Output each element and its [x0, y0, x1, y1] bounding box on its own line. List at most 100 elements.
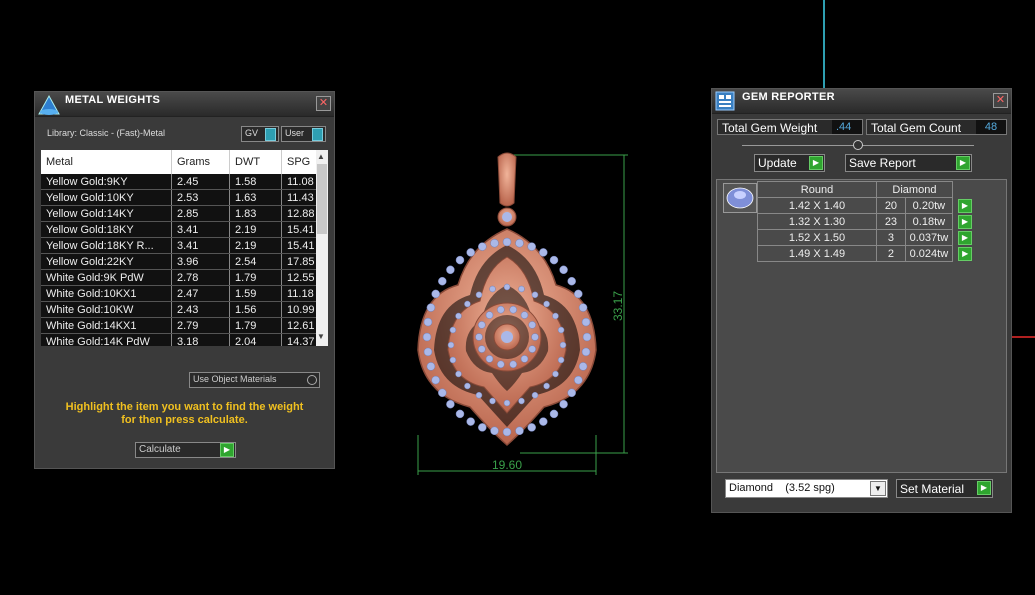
gem-stone [531, 333, 539, 341]
user-switch[interactable] [312, 128, 323, 141]
gem-cell: 1.32 X 1.30 [757, 213, 877, 230]
gem-stone [502, 427, 512, 437]
slider-knob[interactable] [853, 140, 863, 150]
material-select[interactable]: Diamond (3.52 spg) ▼ [725, 479, 888, 498]
gem-stone [527, 242, 536, 251]
gem-row[interactable]: 1.52 X 1.50 3 0.037tw ▶ [757, 229, 978, 246]
gem-list-panel[interactable]: Round Diamond 1.42 X 1.40 20 0.20tw ▶ 1.32 X… [716, 179, 1007, 473]
gem-stone [549, 255, 559, 265]
play-icon[interactable]: ▶ [809, 156, 823, 170]
gv-toggle[interactable]: GV [241, 126, 279, 142]
table-row[interactable]: Yellow Gold:9KY 2.45 1.58 11.08 [41, 174, 328, 190]
scroll-down-icon[interactable]: ▼ [317, 332, 325, 341]
total-gem-count-field: Total Gem Count 48 [866, 119, 1007, 135]
save-report-button[interactable]: Save Report ▶ [845, 154, 972, 172]
gem-row[interactable]: 1.49 X 1.49 2 0.024tw ▶ [757, 245, 978, 262]
update-button[interactable]: Update ▶ [754, 154, 825, 172]
gv-switch[interactable] [265, 128, 276, 141]
gem-stone [539, 248, 548, 257]
gem-stone [581, 317, 591, 327]
vertical-scrollbar[interactable]: ▲ ▼ [316, 150, 328, 346]
col-dwt[interactable]: DWT [229, 150, 282, 174]
table-cell: 2.47 [171, 285, 230, 302]
metal-table-header: Metal Grams DWT SPG [41, 150, 328, 174]
play-icon[interactable]: ▶ [958, 246, 973, 261]
table-row[interactable]: White Gold:10KW 2.43 1.56 10.99 [41, 301, 328, 318]
divider-slider[interactable] [742, 140, 974, 150]
table-cell: White Gold:9K PdW [41, 269, 172, 286]
table-cell: 1.59 [229, 285, 282, 302]
table-cell: White Gold:10KX1 [41, 285, 172, 302]
metal-weights-titlebar[interactable]: METAL WEIGHTS ✕ [35, 92, 334, 117]
chevron-down-icon[interactable]: ▼ [870, 481, 886, 496]
table-cell: Yellow Gold:18KY [41, 221, 172, 238]
gem-row-button[interactable]: ▶ [952, 230, 977, 246]
gem-stone [578, 362, 588, 371]
gem-stone [557, 356, 565, 364]
gem-row-button[interactable]: ▶ [952, 246, 977, 262]
gem-stone [531, 391, 539, 399]
table-row[interactable]: Yellow Gold:10KY 2.53 1.63 11.43 [41, 189, 328, 206]
play-icon[interactable]: ▶ [957, 198, 972, 213]
gem-row-button[interactable]: ▶ [952, 214, 977, 230]
gem-stone [485, 311, 494, 319]
use-object-materials-checkbox[interactable]: Use Object Materials [189, 372, 320, 388]
gem-row-button[interactable]: ▶ [952, 198, 977, 214]
gem-stone [531, 291, 539, 299]
total-gem-weight-label: Total Gem Weight [722, 121, 818, 135]
gem-stone [518, 285, 525, 293]
gem-stone [574, 375, 583, 385]
play-icon[interactable]: ▶ [977, 481, 991, 495]
gem-stone [475, 391, 483, 399]
gem-stone [466, 248, 475, 257]
col-metal[interactable]: Metal [41, 150, 172, 174]
play-icon[interactable]: ▶ [956, 156, 970, 170]
play-icon[interactable]: ▶ [957, 214, 972, 229]
gem-row[interactable]: 1.42 X 1.40 20 0.20tw ▶ [757, 197, 978, 214]
pendant-viewport[interactable]: 33.17 19.60 [400, 145, 640, 480]
table-row[interactable]: Yellow Gold:18KY 3.41 2.19 15.41 [41, 221, 328, 238]
table-cell: Yellow Gold:10KY [41, 189, 172, 206]
table-row[interactable]: White Gold:10KX1 2.47 1.59 11.18 [41, 285, 328, 302]
gem-stone [426, 303, 436, 312]
table-cell: White Gold:10KW [41, 301, 172, 318]
gem-stone [490, 426, 499, 436]
gem-stone [578, 303, 588, 312]
gem-stone [509, 360, 517, 369]
total-gem-count-value: 48 [976, 120, 1006, 134]
gem-stone [574, 289, 583, 299]
table-row[interactable]: Yellow Gold:18KY R... 3.41 2.19 15.41 [41, 237, 328, 254]
gem-stone [423, 317, 433, 327]
gem-reporter-titlebar[interactable]: GEM REPORTER ✕ [712, 89, 1011, 114]
close-icon[interactable]: ✕ [993, 93, 1008, 108]
col-grams[interactable]: Grams [171, 150, 230, 174]
checkbox-icon[interactable] [307, 375, 317, 385]
table-row[interactable]: White Gold:9K PdW 2.78 1.79 12.55 [41, 269, 328, 286]
metal-table[interactable]: Metal Grams DWT SPG Yellow Gold:9KY 2.45 1… [41, 150, 328, 346]
gem-row[interactable]: 1.32 X 1.30 23 0.18tw ▶ [757, 213, 978, 230]
gem-cell: 1.49 X 1.49 [757, 245, 877, 262]
table-row[interactable]: Yellow Gold:22KY 3.96 2.54 17.85 [41, 253, 328, 270]
play-icon[interactable]: ▶ [957, 230, 972, 245]
scroll-thumb[interactable] [317, 164, 327, 234]
play-icon[interactable]: ▶ [220, 443, 234, 457]
close-icon[interactable]: ✕ [316, 96, 331, 111]
pendant-bail [497, 152, 517, 227]
set-material-button[interactable]: Set Material ▶ [896, 479, 993, 498]
scroll-up-icon[interactable]: ▲ [317, 152, 325, 161]
table-row[interactable]: White Gold:14K PdW 3.18 2.04 14.37 [41, 333, 328, 346]
gem-stone [539, 417, 548, 426]
gem-table[interactable]: Round Diamond 1.42 X 1.40 20 0.20tw ▶ 1.32 X… [757, 181, 978, 262]
height-dim-label: 33.17 [611, 291, 625, 321]
table-row[interactable]: White Gold:14KX1 2.79 1.79 12.61 [41, 317, 328, 334]
round-diamond-icon [723, 183, 757, 213]
gem-stone [490, 238, 499, 248]
gem-stone [559, 265, 568, 275]
calculate-button[interactable]: Calculate ▶ [135, 442, 236, 458]
table-cell: Yellow Gold:22KY [41, 253, 172, 270]
user-toggle[interactable]: User [281, 126, 326, 142]
gem-cell: 0.024tw [904, 245, 953, 262]
user-label: User [285, 128, 305, 138]
gem-stone [559, 399, 568, 409]
table-row[interactable]: Yellow Gold:14KY 2.85 1.83 12.88 [41, 205, 328, 222]
